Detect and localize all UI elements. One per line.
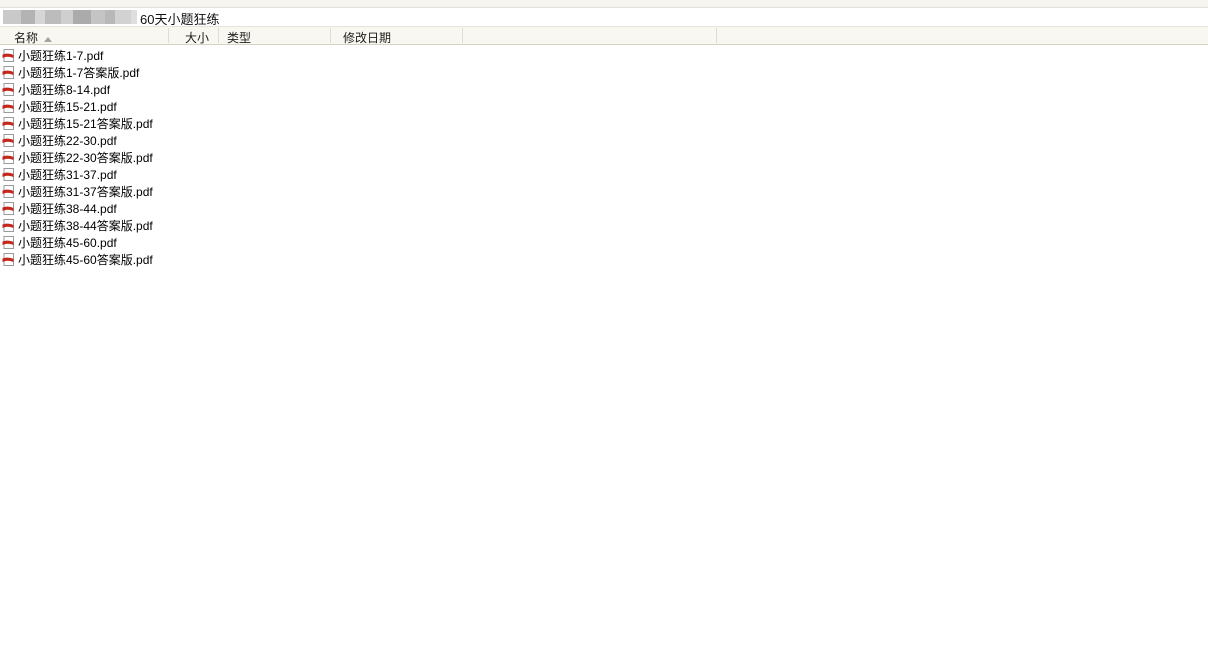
column-header-size[interactable]: 大小 [185, 29, 209, 46]
file-name: 小题狂练1-7.pdf [18, 47, 103, 64]
column-divider[interactable] [716, 28, 717, 43]
file-name: 小题狂练45-60.pdf [18, 234, 117, 251]
file-name: 小题狂练22-30.pdf [18, 132, 117, 149]
pdf-file-icon [2, 253, 15, 266]
file-row[interactable]: 小题狂练31-37.pdf [0, 166, 168, 183]
pdf-file-icon [2, 100, 15, 113]
pdf-file-icon [2, 49, 15, 62]
explorer-toolbar-edge [0, 0, 1208, 8]
file-name: 小题狂练38-44.pdf [18, 200, 117, 217]
sort-ascending-icon [44, 37, 52, 42]
column-header-row: 名称 大小 类型 修改日期 [0, 26, 1208, 45]
pdf-file-icon [2, 66, 15, 79]
column-divider[interactable] [462, 28, 463, 43]
column-header-name[interactable]: 名称 [14, 29, 52, 46]
pdf-file-icon [2, 185, 15, 198]
file-name: 小题狂练15-21.pdf [18, 98, 117, 115]
file-name: 小题狂练8-14.pdf [18, 81, 110, 98]
column-divider[interactable] [168, 28, 169, 43]
file-list: 小题狂练1-7.pdf 小题狂练1-7答案版.pdf 小题狂练8-14.pdf … [0, 47, 168, 268]
file-name: 小题狂练45-60答案版.pdf [18, 251, 153, 268]
file-row[interactable]: 小题狂练31-37答案版.pdf [0, 183, 168, 200]
file-row[interactable]: 小题狂练15-21.pdf [0, 98, 168, 115]
pdf-file-icon [2, 168, 15, 181]
pdf-file-icon [2, 236, 15, 249]
pdf-file-icon [2, 151, 15, 164]
pdf-file-icon [2, 202, 15, 215]
column-divider[interactable] [330, 28, 331, 43]
pdf-file-icon [2, 219, 15, 232]
file-row[interactable]: 小题狂练22-30答案版.pdf [0, 149, 168, 166]
file-row[interactable]: 小题狂练38-44答案版.pdf [0, 217, 168, 234]
file-name: 小题狂练1-7答案版.pdf [18, 64, 139, 81]
file-row[interactable]: 小题狂练1-7答案版.pdf [0, 64, 168, 81]
pdf-file-icon [2, 134, 15, 147]
file-name: 小题狂练31-37.pdf [18, 166, 117, 183]
column-divider[interactable] [218, 28, 219, 43]
file-row[interactable]: 小题狂练38-44.pdf [0, 200, 168, 217]
file-row[interactable]: 小题狂练8-14.pdf [0, 81, 168, 98]
file-name: 小题狂练38-44答案版.pdf [18, 217, 153, 234]
file-name: 小题狂练31-37答案版.pdf [18, 183, 153, 200]
file-row[interactable]: 小题狂练45-60答案版.pdf [0, 251, 168, 268]
redacted-path-mosaic [3, 10, 137, 24]
desktop: 60天小题狂练 名称 大小 类型 修改日期 小题狂练1-7.pdf 小题狂练1-… [0, 0, 1208, 658]
file-row[interactable]: 小题狂练1-7.pdf [0, 47, 168, 64]
column-header-type[interactable]: 类型 [227, 29, 251, 46]
pdf-file-icon [2, 117, 15, 130]
file-row[interactable]: 小题狂练15-21答案版.pdf [0, 115, 168, 132]
explorer-address-bar[interactable]: 60天小题狂练 [0, 8, 1208, 26]
file-name: 小题狂练15-21答案版.pdf [18, 115, 153, 132]
file-row[interactable]: 小题狂练45-60.pdf [0, 234, 168, 251]
pdf-file-icon [2, 83, 15, 96]
column-header-modified[interactable]: 修改日期 [343, 29, 391, 46]
file-name: 小题狂练22-30答案版.pdf [18, 149, 153, 166]
file-explorer-window: 60天小题狂练 名称 大小 类型 修改日期 小题狂练1-7.pdf 小题狂练1-… [0, 0, 1208, 658]
file-row[interactable]: 小题狂练22-30.pdf [0, 132, 168, 149]
